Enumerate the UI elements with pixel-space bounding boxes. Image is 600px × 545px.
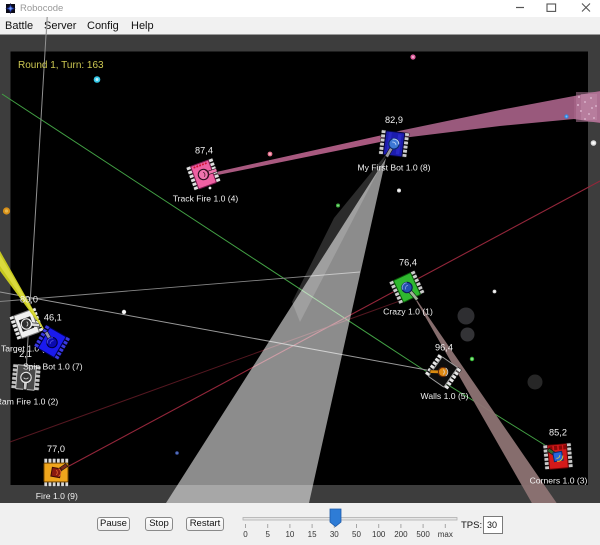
svg-text:Corners 1.0 (3): Corners 1.0 (3) [530,476,588,486]
svg-text:Walls 1.0 (5): Walls 1.0 (5) [421,391,469,401]
svg-text:76,4: 76,4 [399,258,417,268]
svg-text:Track Fire 1.0 (4): Track Fire 1.0 (4) [173,193,239,203]
svg-text:Fire 1.0 (9): Fire 1.0 (9) [36,491,78,501]
svg-text:80,0: 80,0 [20,295,38,305]
svg-text:82,9: 82,9 [385,115,403,125]
svg-text:96,4: 96,4 [435,343,453,353]
svg-text:Crazy 1.0 (1): Crazy 1.0 (1) [383,307,433,317]
svg-text:85,2: 85,2 [549,428,567,438]
svg-text:My First Bot 1.0 (8): My First Bot 1.0 (8) [357,163,430,173]
svg-text:Round 1, Turn: 163: Round 1, Turn: 163 [18,60,104,71]
svg-text:77,0: 77,0 [47,444,65,454]
svg-text:Ram Fire 1.0 (2): Ram Fire 1.0 (2) [0,397,58,407]
svg-text:87,4: 87,4 [195,146,213,156]
svg-text:Spin Bot 1.0 (7): Spin Bot 1.0 (7) [23,362,83,372]
svg-text:46,1: 46,1 [44,313,62,323]
